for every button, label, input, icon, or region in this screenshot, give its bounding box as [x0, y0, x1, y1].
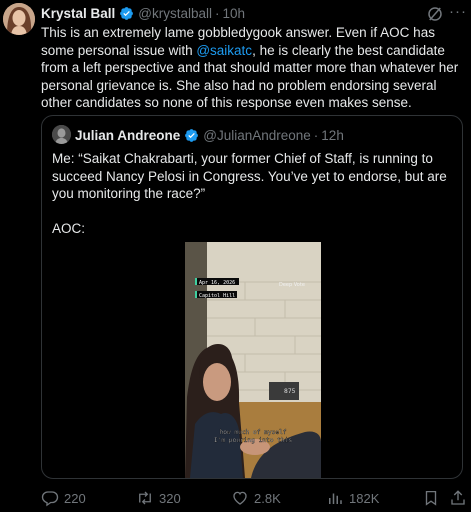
- views-icon: [329, 493, 342, 504]
- verified-badge-icon: [185, 128, 199, 142]
- like-button[interactable]: 2.8K: [231, 487, 281, 509]
- tweet-time[interactable]: 10h: [223, 6, 246, 21]
- more-options-icon[interactable]: ···: [449, 4, 467, 22]
- quoted-tweet[interactable]: Julian Andreone @JulianAndreone · 12h Me…: [41, 115, 463, 479]
- action-bar: 220 320 2.8K 182K: [0, 487, 471, 509]
- video-frame: Apr 16, 2026 Capitol Hill Deep Vote 875 …: [185, 242, 321, 478]
- author-avatar[interactable]: [3, 3, 35, 35]
- reply-button[interactable]: 220: [41, 487, 86, 509]
- quoted-tweet-text: Me: “Saikat Chakrabarti, your former Chi…: [52, 150, 454, 238]
- quoted-author-name[interactable]: Julian Andreone: [75, 128, 180, 143]
- video-player[interactable]: Apr 16, 2026 Capitol Hill Deep Vote 875 …: [185, 242, 321, 478]
- repost-count: 320: [159, 490, 181, 506]
- tweet-header: Krystal Ball @krystalball · 10h: [41, 4, 245, 22]
- reply-count: 220: [64, 490, 86, 506]
- grok-icon[interactable]: [426, 5, 444, 23]
- verified-badge-icon: [120, 6, 134, 20]
- views-button[interactable]: 182K: [326, 487, 379, 509]
- quoted-text-paragraph: Me: “Saikat Chakrabarti, your former Chi…: [52, 151, 447, 201]
- share-button[interactable]: [449, 487, 467, 509]
- video-watermark: Deep Vote: [279, 282, 305, 288]
- bookmark-icon: [425, 490, 437, 506]
- mention-link[interactable]: @saikatc: [196, 43, 252, 58]
- separator-dot: ·: [215, 5, 220, 21]
- bookmark-button[interactable]: [422, 487, 440, 509]
- reply-icon: [41, 491, 59, 507]
- quoted-tweet-header: Julian Andreone @JulianAndreone · 12h: [75, 126, 344, 144]
- heart-icon: [233, 491, 247, 505]
- quoted-author-avatar[interactable]: [52, 125, 71, 144]
- like-count: 2.8K: [254, 490, 281, 506]
- video-sign-number: 875: [284, 388, 296, 395]
- author-handle[interactable]: @krystalball: [138, 6, 212, 21]
- author-name[interactable]: Krystal Ball: [41, 6, 115, 21]
- separator-dot: ·: [313, 127, 319, 143]
- repost-button[interactable]: 320: [136, 487, 181, 509]
- quoted-tweet-time[interactable]: 12h: [321, 128, 344, 143]
- video-date-overlay: Apr 16, 2026: [199, 280, 235, 286]
- tweet[interactable]: Krystal Ball @krystalball · 10h ··· This…: [0, 0, 471, 512]
- view-count: 182K: [349, 490, 380, 506]
- video-location-overlay: Capitol Hill: [199, 293, 235, 299]
- share-icon: [451, 490, 465, 505]
- tweet-text: This is an extremely lame gobbledygook a…: [41, 24, 461, 112]
- video-caption-line: how much of myself: [219, 429, 286, 436]
- quoted-text-paragraph: AOC:: [52, 221, 86, 236]
- video-caption-line: I'm pouring into this: [214, 437, 293, 444]
- quoted-author-handle[interactable]: @JulianAndreone: [203, 128, 311, 143]
- repost-icon: [139, 491, 151, 505]
